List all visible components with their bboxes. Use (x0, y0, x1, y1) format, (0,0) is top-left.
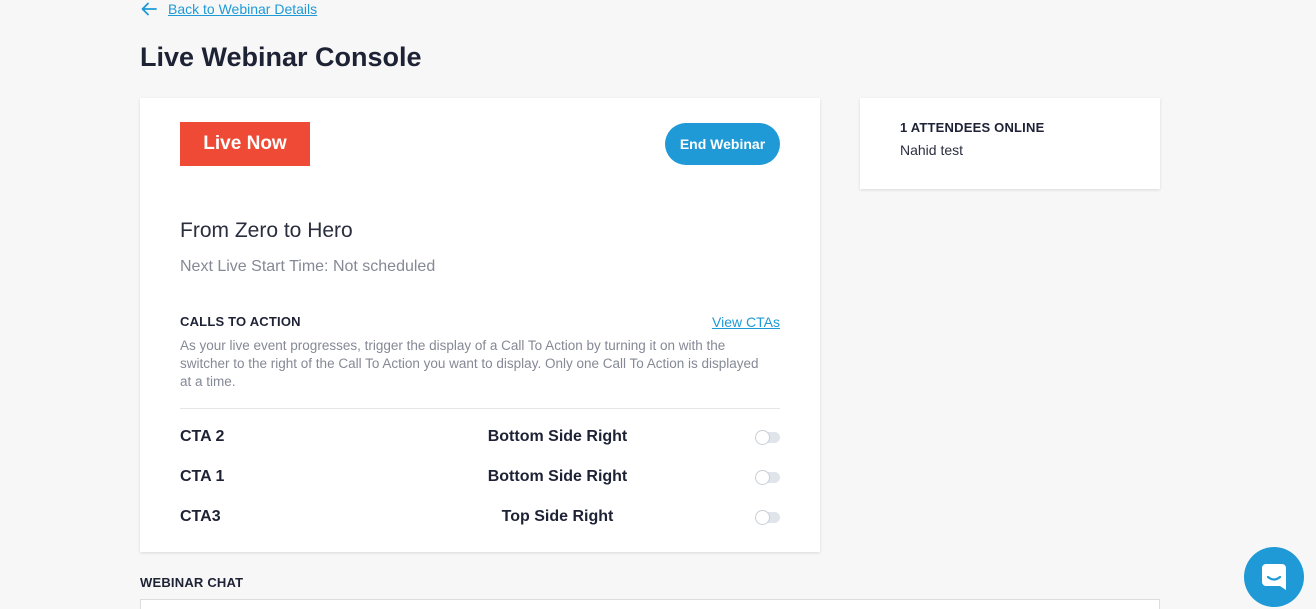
cta-row: CTA3 Top Side Right (180, 505, 780, 529)
calls-to-action-description: As your live event progresses, trigger t… (180, 338, 759, 389)
cta-row: CTA 1 Bottom Side Right (180, 465, 780, 489)
calls-to-action-heading: CALLS TO ACTION (180, 314, 301, 329)
back-link-label: Back to Webinar Details (168, 1, 318, 17)
cta-row: CTA 2 Bottom Side Right (180, 425, 780, 449)
back-to-webinar-details-link[interactable]: Back to Webinar Details (140, 0, 317, 18)
page-title: Live Webinar Console (140, 42, 422, 72)
toggle-knob (756, 470, 769, 484)
cta-toggle[interactable] (756, 430, 780, 444)
cta-name: CTA3 (180, 508, 221, 525)
chat-bubble-icon (1262, 564, 1286, 590)
toggle-knob (756, 430, 769, 444)
console-card: Live Now End Webinar From Zero to Hero N… (140, 98, 820, 552)
cta-position: Top Side Right (501, 508, 614, 525)
attendees-card: 1 ATTENDEES ONLINE Nahid test (860, 98, 1160, 189)
end-webinar-button[interactable]: End Webinar (665, 123, 780, 165)
view-ctas-link[interactable]: View CTAs (712, 314, 780, 330)
webinar-title: From Zero to Hero (180, 219, 353, 242)
cta-name: CTA 1 (180, 468, 225, 485)
live-now-badge: Live Now (180, 122, 310, 166)
cta-toggle[interactable] (756, 470, 780, 484)
cta-name: CTA 2 (180, 428, 225, 445)
chat-launcher-button[interactable] (1244, 547, 1304, 607)
webinar-chat-heading: WEBINAR CHAT (140, 575, 244, 590)
next-live-start-time: Next Live Start Time: Not scheduled (180, 258, 436, 275)
attendees-online-count: 1 ATTENDEES ONLINE (900, 120, 1045, 135)
webinar-chat-panel[interactable] (140, 599, 1160, 609)
cta-position: Bottom Side Right (487, 468, 628, 485)
divider (180, 408, 780, 409)
cta-position: Bottom Side Right (487, 428, 628, 445)
attendee-list-item: Nahid test (900, 142, 964, 158)
toggle-knob (756, 510, 769, 524)
arrow-left-icon (141, 2, 157, 16)
page: Back to Webinar Details Live Webinar Con… (0, 0, 1316, 609)
cta-toggle[interactable] (756, 510, 780, 524)
